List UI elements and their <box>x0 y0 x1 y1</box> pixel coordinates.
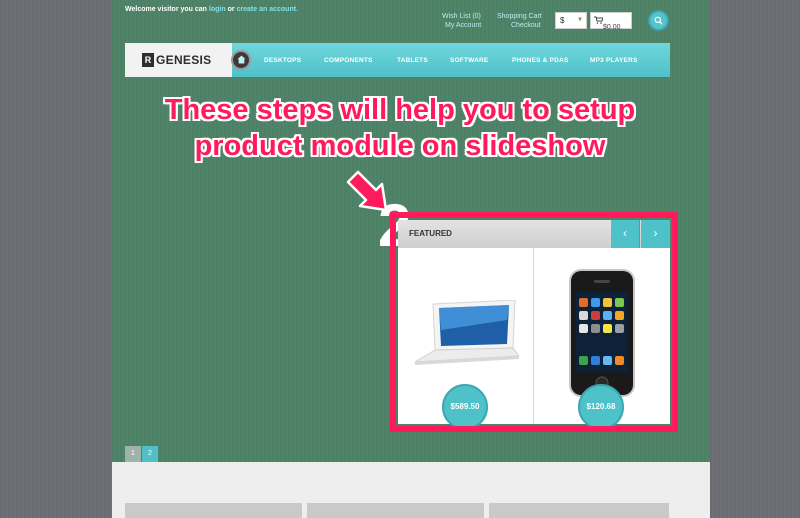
chevron-down-icon: ▼ <box>577 17 583 23</box>
welcome-text: Welcome visitor you can login or create … <box>125 6 298 13</box>
pager-page-1[interactable]: 1 <box>125 446 141 462</box>
checkout-link[interactable]: Checkout <box>511 22 541 29</box>
arrow-icon <box>346 170 388 212</box>
annotation-line-2: product module on slideshow <box>194 130 606 162</box>
highlight-frame <box>390 212 678 432</box>
pager-page-2[interactable]: 2 <box>142 446 158 462</box>
right-background <box>710 0 800 518</box>
nav-tablets[interactable]: TABLETS <box>397 57 428 64</box>
nav-phones-pdas[interactable]: PHONES & PDAS <box>512 57 568 64</box>
cart-total: $0.00 <box>603 24 621 31</box>
nav-desktops[interactable]: DESKTOPS <box>264 57 301 64</box>
currency-value: $ <box>560 16 565 25</box>
logo[interactable]: R GENESIS <box>125 43 232 77</box>
footer-box-1 <box>125 503 302 518</box>
welcome-or: or <box>227 6 235 13</box>
search-button[interactable] <box>648 10 669 31</box>
footer-box-2 <box>307 503 484 518</box>
login-link[interactable]: login <box>209 6 226 13</box>
welcome-prefix: Welcome visitor you can <box>125 6 207 13</box>
nav-components[interactable]: COMPONENTS <box>324 57 373 64</box>
cart-button[interactable]: $0.00 <box>590 12 632 31</box>
annotation-line-1: These steps will help you to setup <box>164 94 636 126</box>
nav-mp3-players[interactable]: MP3 PLAYERS <box>590 57 637 64</box>
wishlist-link[interactable]: Wish List (0) <box>442 13 481 20</box>
footer-box-3 <box>489 503 669 518</box>
home-icon <box>237 55 245 64</box>
search-icon <box>654 16 663 25</box>
logo-mark: R <box>142 53 154 67</box>
left-background <box>0 0 112 518</box>
logo-text: GENESIS <box>156 53 212 67</box>
create-account-link[interactable]: create an account. <box>237 6 298 13</box>
nav-software[interactable]: SOFTWARE <box>450 57 488 64</box>
currency-select[interactable]: $ ▼ <box>555 12 587 29</box>
my-account-link[interactable]: My Account <box>445 22 481 29</box>
shopping-cart-link[interactable]: Shopping Cart <box>497 13 542 20</box>
home-button[interactable] <box>231 50 251 70</box>
cart-icon <box>594 16 604 24</box>
main-navbar: R GENESIS DESKTOPS COMPONENTS TABLETS SO… <box>125 43 670 77</box>
